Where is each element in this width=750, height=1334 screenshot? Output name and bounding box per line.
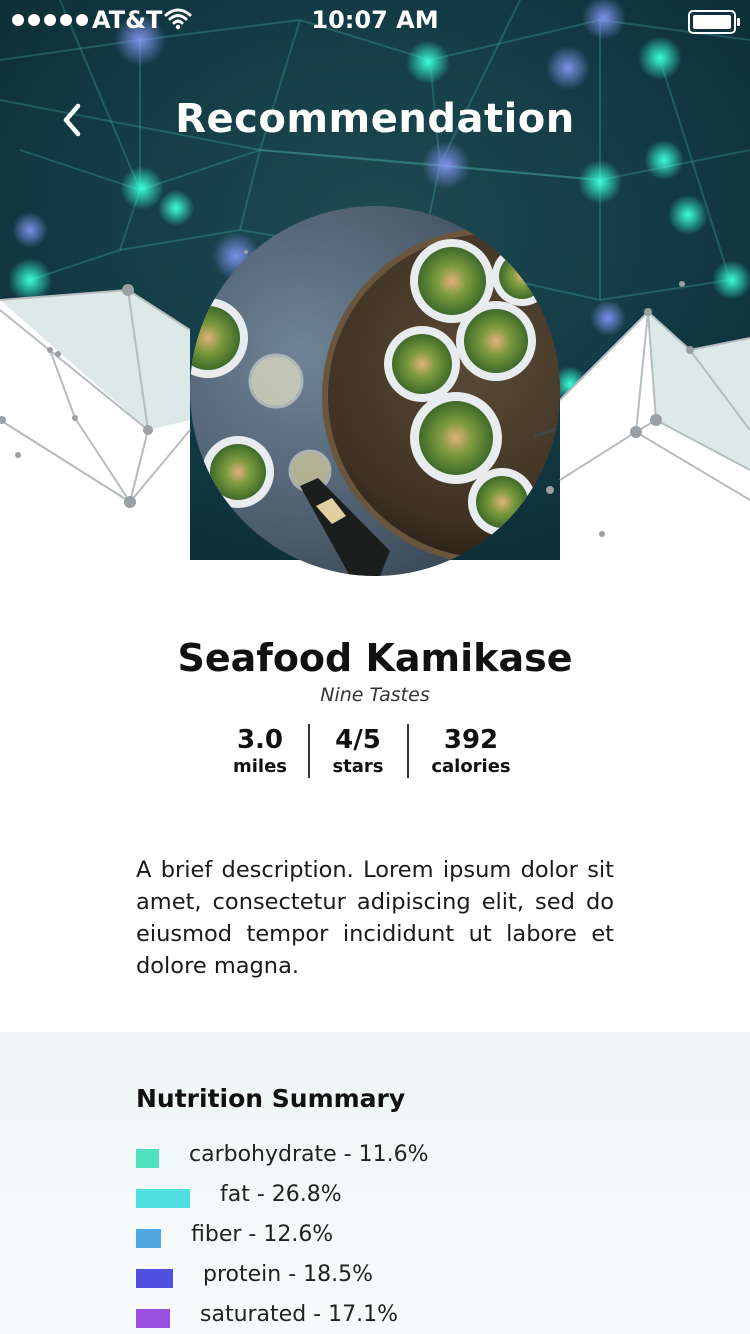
nutrition-label: fiber - 12.6% — [191, 1222, 334, 1247]
status-bar: AT&T 10:07 AM — [0, 0, 750, 40]
stat-divider — [308, 724, 310, 778]
nutrition-label: carbohydrate - 11.6% — [189, 1142, 429, 1167]
rating-value: 4/5 — [335, 725, 381, 755]
calories-stat: 392 calories — [420, 724, 522, 778]
nutrition-swatch — [136, 1189, 190, 1208]
restaurant-name: Nine Tastes — [320, 684, 430, 706]
battery-icon — [688, 10, 740, 34]
dish-description: A brief description. Lorem ipsum dolor s… — [136, 857, 614, 979]
nutrition-item: fiber - 12.6% — [136, 1222, 656, 1250]
calories-value: 392 — [443, 725, 499, 755]
stat-divider — [407, 724, 409, 778]
nutrition-label: protein - 18.5% — [203, 1262, 374, 1287]
nutrition-item: saturated - 17.1% — [136, 1302, 656, 1330]
rating-unit: stars — [332, 756, 384, 777]
distance-unit: miles — [232, 756, 288, 777]
nutrition-title: Nutrition Summary — [136, 1084, 406, 1113]
status-time: 10:07 AM — [311, 6, 439, 34]
nutrition-swatch — [136, 1269, 173, 1288]
stats-row: 3.0 miles 4/5 stars 392 calories — [0, 724, 750, 780]
nutrition-swatch — [136, 1149, 159, 1168]
nutrition-label: saturated - 17.1% — [200, 1302, 398, 1327]
calories-unit: calories — [431, 756, 511, 777]
nutrition-swatch — [136, 1229, 161, 1248]
page-title: Recommendation — [175, 96, 575, 142]
nutrition-swatch — [136, 1309, 170, 1328]
dish-photo — [190, 206, 560, 576]
nutrition-summary: Nutrition Summary carbohydrate - 11.6% fa… — [0, 1032, 750, 1334]
nutrition-item: carbohydrate - 11.6% — [136, 1142, 656, 1170]
nutrition-item: fat - 26.8% — [136, 1182, 656, 1210]
distance-value: 3.0 — [236, 725, 284, 755]
dish-name: Seafood Kamikase — [177, 636, 573, 680]
nutrition-item: protein - 18.5% — [136, 1262, 656, 1290]
nutrition-label: fat - 26.8% — [220, 1182, 342, 1207]
rating-stat: 4/5 stars — [318, 724, 398, 778]
distance-stat: 3.0 miles — [220, 724, 300, 778]
